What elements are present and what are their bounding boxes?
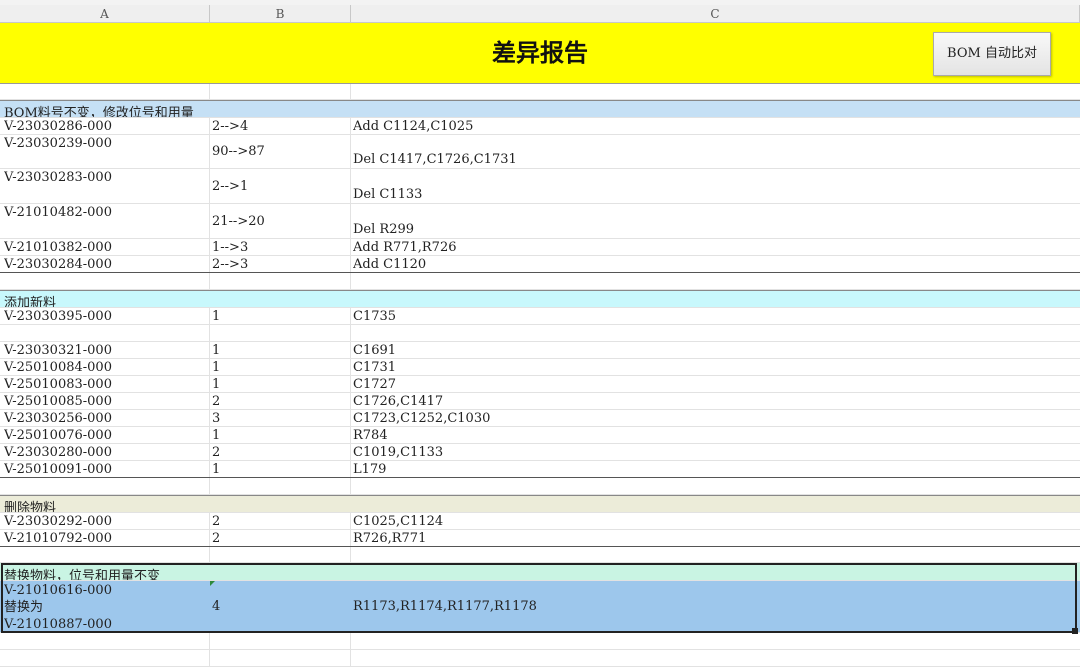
ref-designators: Add R771,R726: [353, 240, 457, 255]
table-row[interactable]: V-25010076-000 1 R784: [0, 427, 1080, 444]
report-title[interactable]: 差异报告: [0, 23, 1080, 83]
ref-designators: C1723,C1252,C1030: [353, 411, 491, 426]
ref-designators: R784: [353, 428, 388, 443]
part-number: V-23030256-000: [4, 411, 112, 426]
qty-change: 21-->20: [212, 213, 265, 229]
table-row[interactable]: V-21010482-000 21-->20 Del R299: [0, 204, 1080, 239]
part-number: V-21010482-000: [4, 205, 112, 220]
part-number: V-25010076-000: [4, 428, 112, 443]
qty-change: 2-->1: [212, 178, 249, 194]
quantity: 3: [212, 411, 221, 426]
table-row[interactable]: V-21010792-000 2 R726,R771: [0, 530, 1080, 547]
empty-row[interactable]: [0, 633, 1080, 650]
title-row: 差异报告 BOM 自动比对: [0, 23, 1080, 84]
part-number: V-21010382-000: [4, 240, 112, 255]
table-row[interactable]: V-23030395-000 1 C1735: [0, 308, 1080, 325]
quantity: 1: [212, 377, 221, 392]
quantity: 1: [212, 343, 221, 358]
quantity: 1: [212, 360, 221, 375]
table-row[interactable]: V-21010382-000 1-->3 Add R771,R726: [0, 239, 1080, 256]
ref-designators: R726,R771: [353, 531, 427, 546]
bom-compare-button[interactable]: BOM 自动比对: [933, 32, 1051, 76]
comment-indicator: [210, 581, 215, 586]
qty-change: 90-->87: [212, 144, 265, 159]
section-title-added: 添加新料: [4, 296, 57, 307]
empty-row[interactable]: [0, 650, 1080, 667]
part-number: [4, 325, 208, 341]
part-number: V-23030395-000: [4, 309, 112, 324]
quantity: 2: [212, 514, 221, 529]
ref-designators: C1727: [353, 377, 397, 392]
part-number: V-23030292-000: [4, 514, 112, 529]
empty-row[interactable]: [0, 547, 1080, 563]
part-number: V-25010091-000: [4, 462, 112, 477]
table-row[interactable]: V-23030256-000 3 C1723,C1252,C1030: [0, 410, 1080, 427]
qty-change: 2-->4: [212, 119, 249, 134]
ref-designators: C1019,C1133: [353, 445, 444, 460]
column-header-a[interactable]: A: [0, 5, 210, 23]
ref-designators: Add C1124,C1025: [353, 119, 474, 134]
section-header-deleted[interactable]: 删除物料: [0, 495, 1080, 513]
column-header-c[interactable]: C: [351, 5, 1080, 23]
table-row[interactable]: V-25010091-000 1 L179: [0, 461, 1080, 478]
ref-designators: Add C1120: [353, 257, 427, 272]
section-title-modify: BOM料号不变，修改位号和用量: [4, 106, 194, 117]
table-row[interactable]: V-25010083-000 1 C1727: [0, 376, 1080, 393]
table-row[interactable]: V-23030284-000 2-->3 Add C1120: [0, 256, 1080, 273]
quantity: 2: [212, 445, 221, 460]
part-number: V-25010083-000: [4, 377, 112, 392]
part-number: V-23030239-000: [4, 136, 112, 151]
section-title-deleted: 删除物料: [4, 501, 57, 512]
ref-designators: C1735: [353, 309, 397, 324]
section-header-modify[interactable]: BOM料号不变，修改位号和用量: [0, 100, 1080, 118]
part-number: V-25010085-000: [4, 394, 112, 409]
ref-designators: L179: [353, 462, 387, 477]
table-row[interactable]: V-23030286-000 2-->4 Add C1124,C1025: [0, 118, 1080, 135]
quantity: 2: [212, 531, 221, 546]
quantity: 1: [212, 428, 221, 443]
ref-designators: C1025,C1124: [353, 514, 444, 529]
section-header-added[interactable]: 添加新料: [0, 290, 1080, 308]
quantity: 2: [212, 394, 221, 409]
ref-designators: Del C1417,C1726,C1731: [353, 152, 517, 167]
part-number: V-23030321-000: [4, 343, 112, 358]
table-row[interactable]: V-23030280-000 2 C1019,C1133: [0, 444, 1080, 461]
table-row[interactable]: V-23030321-000 1 C1691: [0, 342, 1080, 359]
table-row[interactable]: V-25010084-000 1 C1731: [0, 359, 1080, 376]
ref-designators: Del R299: [353, 222, 415, 237]
empty-row[interactable]: [0, 273, 1080, 290]
ref-designators: C1726,C1417: [353, 394, 444, 409]
quantity: 1: [212, 462, 221, 477]
table-row[interactable]: V-23030239-000 90-->87 Del C1417,C1726,C…: [0, 135, 1080, 169]
part-number: V-23030286-000: [4, 119, 112, 134]
part-number: V-21010792-000: [4, 531, 112, 546]
empty-row[interactable]: [0, 478, 1080, 495]
ref-designators: C1691: [353, 343, 397, 358]
column-header-b[interactable]: B: [210, 5, 351, 23]
qty-change: 2-->3: [212, 257, 249, 272]
part-number: V-23030280-000: [4, 445, 112, 460]
empty-row[interactable]: [0, 325, 1080, 342]
qty-change: 1-->3: [212, 240, 249, 255]
part-number: V-23030283-000: [4, 170, 112, 185]
table-row[interactable]: V-23030292-000 2 C1025,C1124: [0, 513, 1080, 530]
table-row[interactable]: V-25010085-000 2 C1726,C1417: [0, 393, 1080, 410]
quantity: 1: [212, 309, 221, 324]
ref-designators: C1731: [353, 360, 397, 375]
table-row[interactable]: V-23030283-000 2-->1 Del C1133: [0, 169, 1080, 204]
part-number: V-25010084-000: [4, 360, 112, 375]
part-number: V-23030284-000: [4, 257, 112, 272]
empty-row[interactable]: [0, 83, 1080, 100]
ref-designators: Del C1133: [353, 187, 423, 202]
selection-outline: [1, 563, 1077, 633]
